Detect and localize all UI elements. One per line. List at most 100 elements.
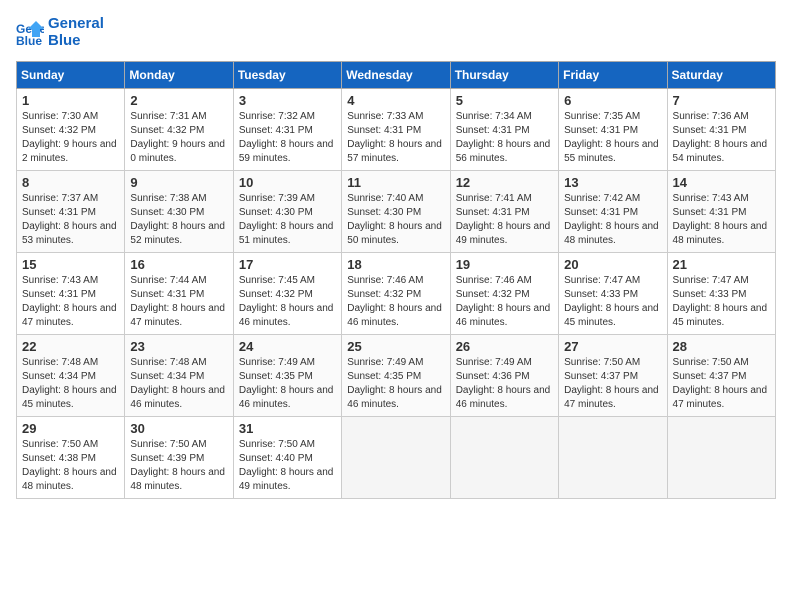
calendar-cell: 5 Sunrise: 7:34 AMSunset: 4:31 PMDaylight… <box>450 89 558 171</box>
weekday-header-friday: Friday <box>559 62 667 89</box>
calendar-cell: 13 Sunrise: 7:42 AMSunset: 4:31 PMDayligh… <box>559 171 667 253</box>
day-number: 27 <box>564 339 661 354</box>
weekday-header-thursday: Thursday <box>450 62 558 89</box>
calendar-cell <box>667 417 775 499</box>
day-number: 10 <box>239 175 336 190</box>
day-detail: Sunrise: 7:49 AMSunset: 4:36 PMDaylight:… <box>456 356 553 412</box>
day-detail: Sunrise: 7:35 AMSunset: 4:31 PMDaylight:… <box>564 110 661 166</box>
calendar-cell: 9 Sunrise: 7:38 AMSunset: 4:30 PMDaylight… <box>125 171 233 253</box>
day-number: 16 <box>130 257 227 272</box>
calendar-cell: 17Sunrise: 7:45 AMSunset: 4:32 PMDayligh… <box>233 253 341 335</box>
day-detail: Sunrise: 7:44 AMSunset: 4:31 PMDaylight:… <box>130 274 227 330</box>
calendar-cell: 29 Sunrise: 7:50 AMSunset: 4:38 PMDayligh… <box>17 417 125 499</box>
calendar-week-5: 29 Sunrise: 7:50 AMSunset: 4:38 PMDayligh… <box>17 417 776 499</box>
day-detail: Sunrise: 7:30 AMSunset: 4:32 PMDaylight:… <box>22 110 119 166</box>
day-number: 31 <box>239 421 336 436</box>
day-detail: Sunrise: 7:48 AMSunset: 4:34 PMDaylight:… <box>22 356 119 412</box>
day-number: 8 <box>22 175 119 190</box>
day-number: 30 <box>130 421 227 436</box>
day-detail: Sunrise: 7:47 AMSunset: 4:33 PMDaylight:… <box>564 274 661 330</box>
calendar-cell <box>342 417 450 499</box>
calendar-cell: 28 Sunrise: 7:50 AMSunset: 4:37 PMDayligh… <box>667 335 775 417</box>
day-detail: Sunrise: 7:43 AMSunset: 4:31 PMDaylight:… <box>22 274 119 330</box>
day-detail: Sunrise: 7:38 AMSunset: 4:30 PMDaylight:… <box>130 192 227 248</box>
calendar-cell: 2 Sunrise: 7:31 AMSunset: 4:32 PMDaylight… <box>125 89 233 171</box>
day-detail: Sunrise: 7:31 AMSunset: 4:32 PMDaylight:… <box>130 110 227 166</box>
calendar-cell <box>450 417 558 499</box>
calendar-cell: 19 Sunrise: 7:46 AMSunset: 4:32 PMDayligh… <box>450 253 558 335</box>
calendar-cell: 6 Sunrise: 7:35 AMSunset: 4:31 PMDaylight… <box>559 89 667 171</box>
day-detail: Sunrise: 7:50 AMSunset: 4:40 PMDaylight:… <box>239 438 336 494</box>
day-detail: Sunrise: 7:50 AMSunset: 4:37 PMDaylight:… <box>564 356 661 412</box>
day-number: 15 <box>22 257 119 272</box>
day-number: 20 <box>564 257 661 272</box>
calendar-cell: 31 Sunrise: 7:50 AMSunset: 4:40 PMDayligh… <box>233 417 341 499</box>
day-number: 9 <box>130 175 227 190</box>
calendar-cell: 23Sunrise: 7:48 AMSunset: 4:34 PMDayligh… <box>125 335 233 417</box>
day-number: 4 <box>347 93 444 108</box>
calendar-cell: 4 Sunrise: 7:33 AMSunset: 4:31 PMDaylight… <box>342 89 450 171</box>
day-detail: Sunrise: 7:46 AMSunset: 4:32 PMDaylight:… <box>456 274 553 330</box>
day-number: 7 <box>673 93 770 108</box>
calendar-cell: 18 Sunrise: 7:46 AMSunset: 4:32 PMDayligh… <box>342 253 450 335</box>
day-number: 6 <box>564 93 661 108</box>
day-number: 2 <box>130 93 227 108</box>
calendar-cell: 27 Sunrise: 7:50 AMSunset: 4:37 PMDayligh… <box>559 335 667 417</box>
calendar-week-1: 1 Sunrise: 7:30 AMSunset: 4:32 PMDaylight… <box>17 89 776 171</box>
day-detail: Sunrise: 7:45 AMSunset: 4:32 PMDaylight:… <box>239 274 336 330</box>
calendar-cell: 16 Sunrise: 7:44 AMSunset: 4:31 PMDayligh… <box>125 253 233 335</box>
calendar-cell: 14 Sunrise: 7:43 AMSunset: 4:31 PMDayligh… <box>667 171 775 253</box>
day-detail: Sunrise: 7:32 AMSunset: 4:31 PMDaylight:… <box>239 110 336 166</box>
day-number: 22 <box>22 339 119 354</box>
day-detail: Sunrise: 7:42 AMSunset: 4:31 PMDaylight:… <box>564 192 661 248</box>
day-number: 12 <box>456 175 553 190</box>
weekday-header-sunday: Sunday <box>17 62 125 89</box>
day-number: 28 <box>673 339 770 354</box>
day-number: 19 <box>456 257 553 272</box>
day-detail: Sunrise: 7:43 AMSunset: 4:31 PMDaylight:… <box>673 192 770 248</box>
calendar-week-4: 22 Sunrise: 7:48 AMSunset: 4:34 PMDayligh… <box>17 335 776 417</box>
day-detail: Sunrise: 7:49 AMSunset: 4:35 PMDaylight:… <box>239 356 336 412</box>
day-number: 11 <box>347 175 444 190</box>
calendar-cell: 7Sunrise: 7:36 AMSunset: 4:31 PMDaylight… <box>667 89 775 171</box>
calendar-cell: 10Sunrise: 7:39 AMSunset: 4:30 PMDayligh… <box>233 171 341 253</box>
day-number: 5 <box>456 93 553 108</box>
day-detail: Sunrise: 7:49 AMSunset: 4:35 PMDaylight:… <box>347 356 444 412</box>
calendar-cell: 20 Sunrise: 7:47 AMSunset: 4:33 PMDayligh… <box>559 253 667 335</box>
calendar-cell: 22 Sunrise: 7:48 AMSunset: 4:34 PMDayligh… <box>17 335 125 417</box>
calendar-cell: 1 Sunrise: 7:30 AMSunset: 4:32 PMDaylight… <box>17 89 125 171</box>
day-number: 29 <box>22 421 119 436</box>
day-detail: Sunrise: 7:33 AMSunset: 4:31 PMDaylight:… <box>347 110 444 166</box>
day-number: 1 <box>22 93 119 108</box>
calendar-header-row: SundayMondayTuesdayWednesdayThursdayFrid… <box>17 62 776 89</box>
day-number: 24 <box>239 339 336 354</box>
day-detail: Sunrise: 7:46 AMSunset: 4:32 PMDaylight:… <box>347 274 444 330</box>
weekday-header-tuesday: Tuesday <box>233 62 341 89</box>
calendar-cell: 25 Sunrise: 7:49 AMSunset: 4:35 PMDayligh… <box>342 335 450 417</box>
weekday-header-saturday: Saturday <box>667 62 775 89</box>
day-number: 18 <box>347 257 444 272</box>
day-detail: Sunrise: 7:50 AMSunset: 4:39 PMDaylight:… <box>130 438 227 494</box>
day-number: 21 <box>673 257 770 272</box>
weekday-header-monday: Monday <box>125 62 233 89</box>
logo-text: GeneralBlue <box>48 16 104 49</box>
day-number: 3 <box>239 93 336 108</box>
day-detail: Sunrise: 7:41 AMSunset: 4:31 PMDaylight:… <box>456 192 553 248</box>
calendar-body: 1 Sunrise: 7:30 AMSunset: 4:32 PMDaylight… <box>17 89 776 499</box>
day-detail: Sunrise: 7:34 AMSunset: 4:31 PMDaylight:… <box>456 110 553 166</box>
day-number: 13 <box>564 175 661 190</box>
calendar-cell: 21Sunrise: 7:47 AMSunset: 4:33 PMDayligh… <box>667 253 775 335</box>
calendar-cell: 24 Sunrise: 7:49 AMSunset: 4:35 PMDayligh… <box>233 335 341 417</box>
calendar-week-2: 8Sunrise: 7:37 AMSunset: 4:31 PMDaylight… <box>17 171 776 253</box>
day-number: 25 <box>347 339 444 354</box>
day-number: 23 <box>130 339 227 354</box>
day-detail: Sunrise: 7:50 AMSunset: 4:38 PMDaylight:… <box>22 438 119 494</box>
calendar-cell: 26Sunrise: 7:49 AMSunset: 4:36 PMDayligh… <box>450 335 558 417</box>
logo: General Blue GeneralBlue <box>16 16 104 49</box>
calendar-cell: 11 Sunrise: 7:40 AMSunset: 4:30 PMDayligh… <box>342 171 450 253</box>
day-detail: Sunrise: 7:40 AMSunset: 4:30 PMDaylight:… <box>347 192 444 248</box>
page-header: General Blue GeneralBlue <box>16 16 776 49</box>
day-detail: Sunrise: 7:50 AMSunset: 4:37 PMDaylight:… <box>673 356 770 412</box>
calendar-cell: 3 Sunrise: 7:32 AMSunset: 4:31 PMDaylight… <box>233 89 341 171</box>
day-number: 14 <box>673 175 770 190</box>
